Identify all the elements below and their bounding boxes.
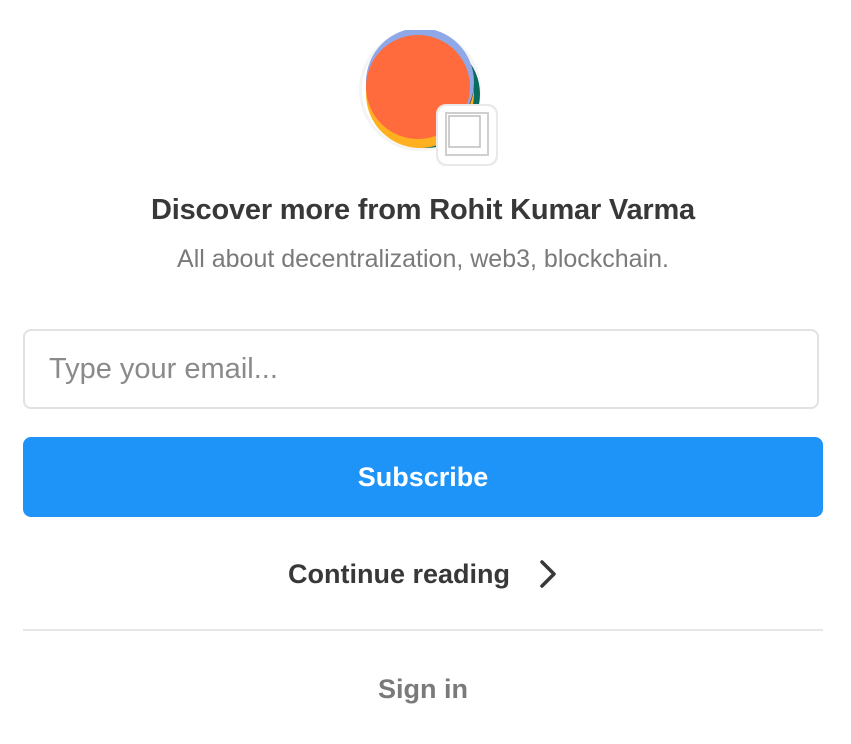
page-title: Discover more from Rohit Kumar Varma bbox=[151, 194, 695, 226]
email-field[interactable] bbox=[23, 329, 819, 409]
divider bbox=[23, 629, 823, 631]
continue-reading-label: Continue reading bbox=[288, 558, 510, 589]
sign-in-link[interactable]: Sign in bbox=[0, 674, 846, 705]
subscribe-modal: Discover more from Rohit Kumar Varma All… bbox=[0, 0, 851, 744]
continue-reading-link[interactable]: Continue reading bbox=[0, 552, 846, 596]
chevron-right-icon bbox=[538, 558, 558, 590]
subscribe-button[interactable]: Subscribe bbox=[23, 437, 823, 517]
publication-description: All about decentralization, web3, blockc… bbox=[177, 245, 669, 273]
publication-logo bbox=[358, 30, 498, 166]
